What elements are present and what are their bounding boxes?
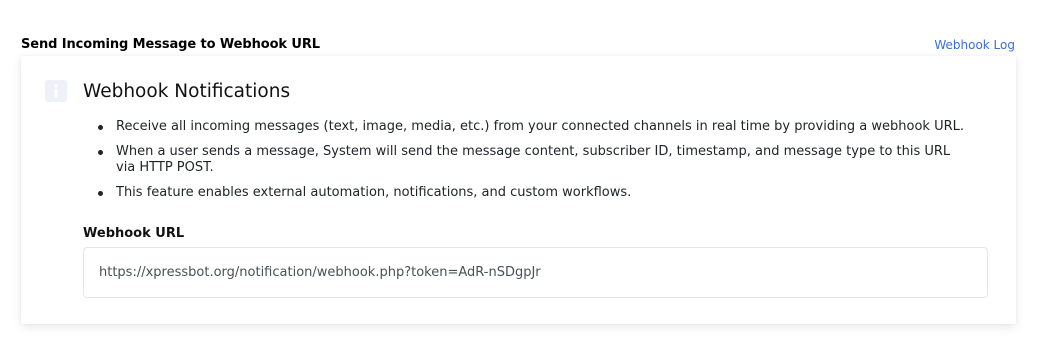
feature-item-payload: When a user sends a message, System will… xyxy=(83,144,968,176)
webhook-url-label: Webhook URL xyxy=(83,226,185,241)
section-title: Send Incoming Message to Webhook URL xyxy=(21,37,320,52)
feature-item-realtime: Receive all incoming messages (text, ima… xyxy=(83,119,968,135)
card-title: Webhook Notifications xyxy=(83,81,291,102)
section-header: Send Incoming Message to Webhook URL Web… xyxy=(21,36,1016,54)
webhook-url-input[interactable] xyxy=(83,247,988,298)
info-icon xyxy=(45,80,67,102)
feature-item-automation: This feature enables external automation… xyxy=(83,185,968,201)
feature-list: Receive all incoming messages (text, ima… xyxy=(83,119,968,210)
webhook-card: Webhook Notifications Receive all incomi… xyxy=(21,56,1016,324)
info-glyph xyxy=(54,84,58,98)
webhook-log-link[interactable]: Webhook Log xyxy=(934,36,1015,54)
